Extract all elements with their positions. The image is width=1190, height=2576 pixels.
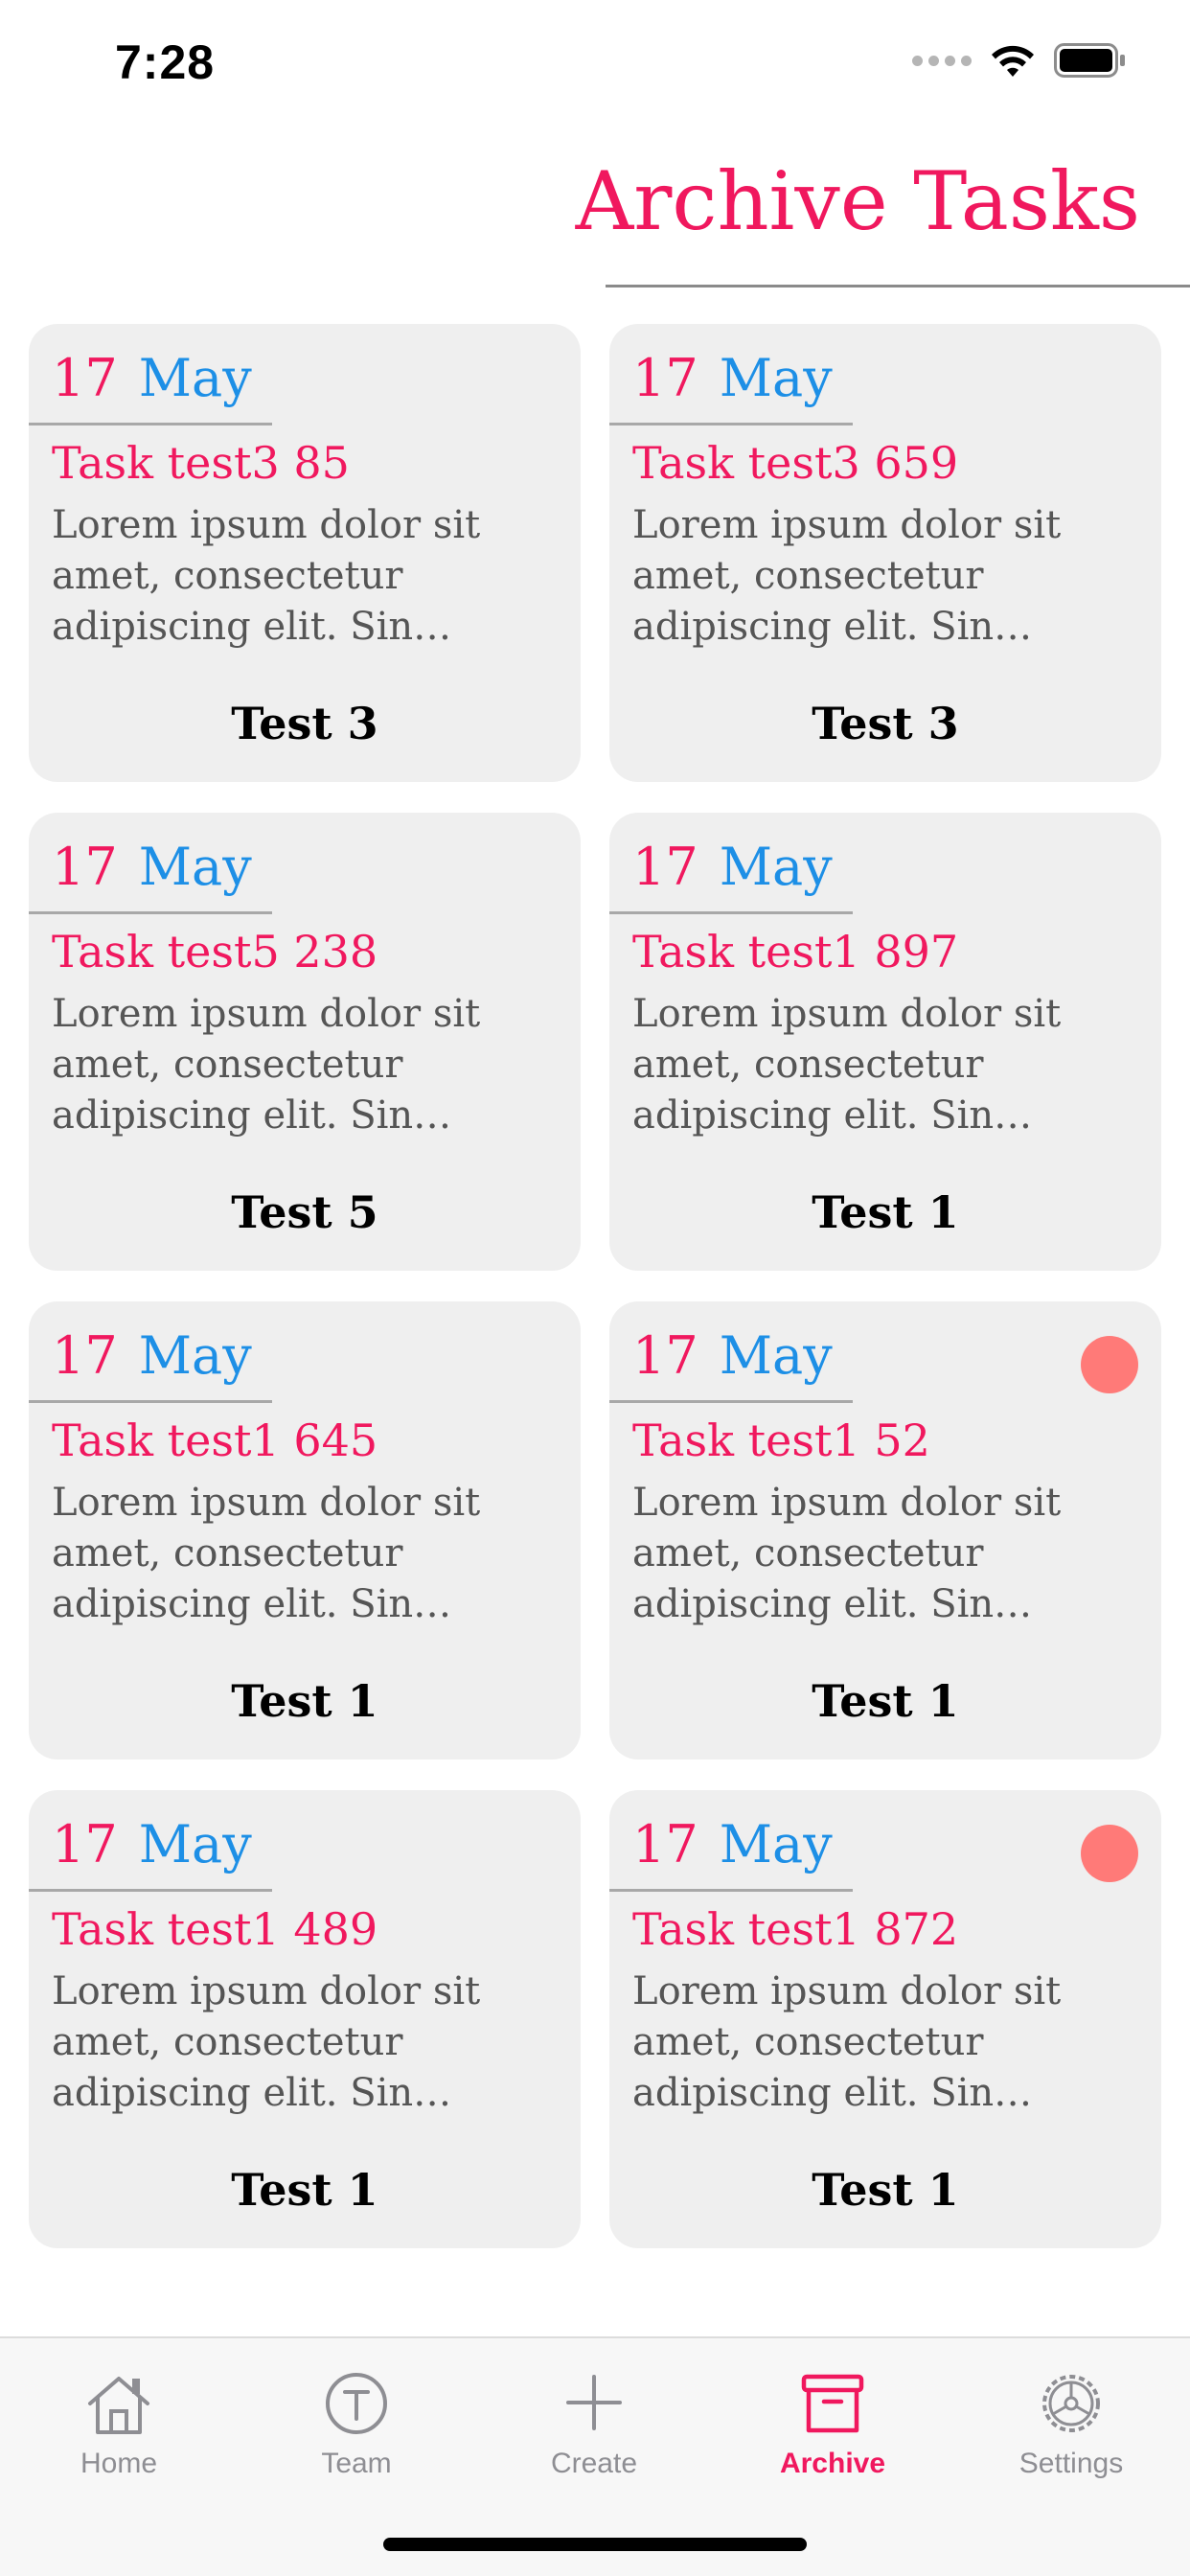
date-divider (29, 1889, 272, 1892)
tab-label: Settings (1018, 2448, 1124, 2479)
date-divider (609, 423, 853, 426)
date-month: May (719, 1325, 833, 1386)
date-month: May (138, 1814, 252, 1874)
card-team-name: Test 3 (231, 698, 378, 749)
status-bar: 7:28 (0, 0, 1190, 134)
date-day: 17 (632, 837, 698, 897)
home-icon (88, 2377, 149, 2434)
date-day: 17 (52, 1325, 118, 1386)
card-team-name: Test 3 (812, 698, 959, 749)
date-month: May (138, 837, 252, 897)
card-title: Task test1 872 (632, 1903, 959, 1955)
card-description: Lorem ipsum dolor sit amet, consectetur … (632, 1969, 1062, 2115)
card-title: Task test1 897 (632, 926, 959, 978)
date-month: May (719, 348, 833, 408)
date-divider (609, 1889, 853, 1892)
gear-icon (1042, 2375, 1100, 2432)
date-month: May (719, 1814, 833, 1874)
card-title: Task test1 645 (52, 1414, 378, 1466)
home-indicator (383, 2538, 807, 2551)
tab-label: Create (550, 2448, 638, 2479)
date-month: May (138, 348, 252, 408)
tab-team[interactable]: Team (238, 2365, 475, 2480)
date-day: 17 (632, 348, 698, 408)
card-team-name: Test 1 (812, 1186, 959, 1238)
date-day: 17 (632, 1325, 698, 1386)
tab-settings[interactable]: Settings (952, 2365, 1190, 2480)
task-card[interactable]: 17 May Task test1 489 Lorem ipsum dolor sit… (29, 1790, 581, 2248)
tab-label: Home (80, 2448, 158, 2479)
card-date: 17 May (52, 348, 252, 408)
tab-label: Team (321, 2448, 392, 2479)
card-date: 17 May (632, 837, 833, 897)
date-day: 17 (52, 348, 118, 408)
date-month: May (138, 1325, 252, 1386)
card-team-name: Test 1 (231, 1675, 378, 1727)
archive-box-icon (801, 2374, 864, 2433)
card-description: Lorem ipsum dolor sit amet, consectetur … (52, 1969, 481, 2115)
card-date: 17 May (52, 1325, 252, 1386)
tab-home[interactable]: Home (0, 2365, 238, 2480)
task-card[interactable]: 17 May Task test1 872 Lorem ipsum dolor sit… (609, 1790, 1161, 2248)
card-description: Lorem ipsum dolor sit amet, consectetur … (632, 1481, 1062, 1626)
card-description: Lorem ipsum dolor sit amet, consectetur … (632, 992, 1062, 1138)
wifi-icon (992, 45, 1034, 77)
task-card[interactable]: 17 May Task test5 238 Lorem ipsum dolor sit… (29, 813, 581, 1271)
title-divider (606, 285, 1190, 288)
card-date: 17 May (632, 348, 833, 408)
date-day: 17 (632, 1814, 698, 1874)
task-card[interactable]: 17 May Task test3 85 Lorem ipsum dolor sit … (29, 324, 581, 782)
cellular-signal-icon (912, 55, 972, 66)
card-date: 17 May (52, 837, 252, 897)
card-title: Task test3 659 (632, 437, 959, 489)
task-card[interactable]: 17 May Task test1 645 Lorem ipsum dolor sit… (29, 1301, 581, 1760)
card-team-name: Test 5 (231, 1186, 378, 1238)
date-day: 17 (52, 1814, 118, 1874)
date-divider (29, 423, 272, 426)
card-description: Lorem ipsum dolor sit amet, consectetur … (52, 1481, 481, 1626)
date-divider (29, 911, 272, 914)
tab-archive[interactable]: Archive (714, 2365, 951, 2480)
page-title: Archive Tasks (575, 154, 1140, 248)
date-month: May (719, 837, 833, 897)
task-card[interactable]: 17 May Task test3 659 Lorem ipsum dolor sit… (609, 324, 1161, 782)
card-date: 17 May (632, 1814, 833, 1874)
card-title: Task test3 85 (52, 437, 350, 489)
battery-icon (1054, 43, 1125, 78)
card-title: Task test1 52 (632, 1414, 930, 1466)
date-divider (609, 911, 853, 914)
status-dot-indicator (1081, 1336, 1138, 1393)
card-title: Task test5 238 (52, 926, 378, 978)
date-divider (609, 1400, 853, 1403)
card-description: Lorem ipsum dolor sit amet, consectetur … (632, 503, 1062, 649)
date-day: 17 (52, 837, 118, 897)
team-icon (326, 2373, 387, 2434)
task-card[interactable]: 17 May Task test1 897 Lorem ipsum dolor sit… (609, 813, 1161, 1271)
plus-icon (566, 2375, 622, 2430)
card-date: 17 May (52, 1814, 252, 1874)
card-description: Lorem ipsum dolor sit amet, consectetur … (52, 992, 481, 1138)
status-time: 7:28 (115, 35, 216, 89)
task-grid: 17 May Task test3 85 Lorem ipsum dolor sit … (29, 324, 1161, 2248)
card-team-name: Test 1 (812, 2164, 959, 2216)
card-team-name: Test 1 (231, 2164, 378, 2216)
date-divider (29, 1400, 272, 1403)
card-date: 17 May (632, 1325, 833, 1386)
tab-create[interactable]: Create (475, 2365, 713, 2480)
card-title: Task test1 489 (52, 1903, 378, 1955)
task-card[interactable]: 17 May Task test1 52 Lorem ipsum dolor sit … (609, 1301, 1161, 1760)
card-team-name: Test 1 (812, 1675, 959, 1727)
card-description: Lorem ipsum dolor sit amet, consectetur … (52, 503, 481, 649)
status-dot-indicator (1081, 1825, 1138, 1882)
status-icons (912, 42, 1127, 79)
tab-label: Archive (779, 2448, 886, 2479)
